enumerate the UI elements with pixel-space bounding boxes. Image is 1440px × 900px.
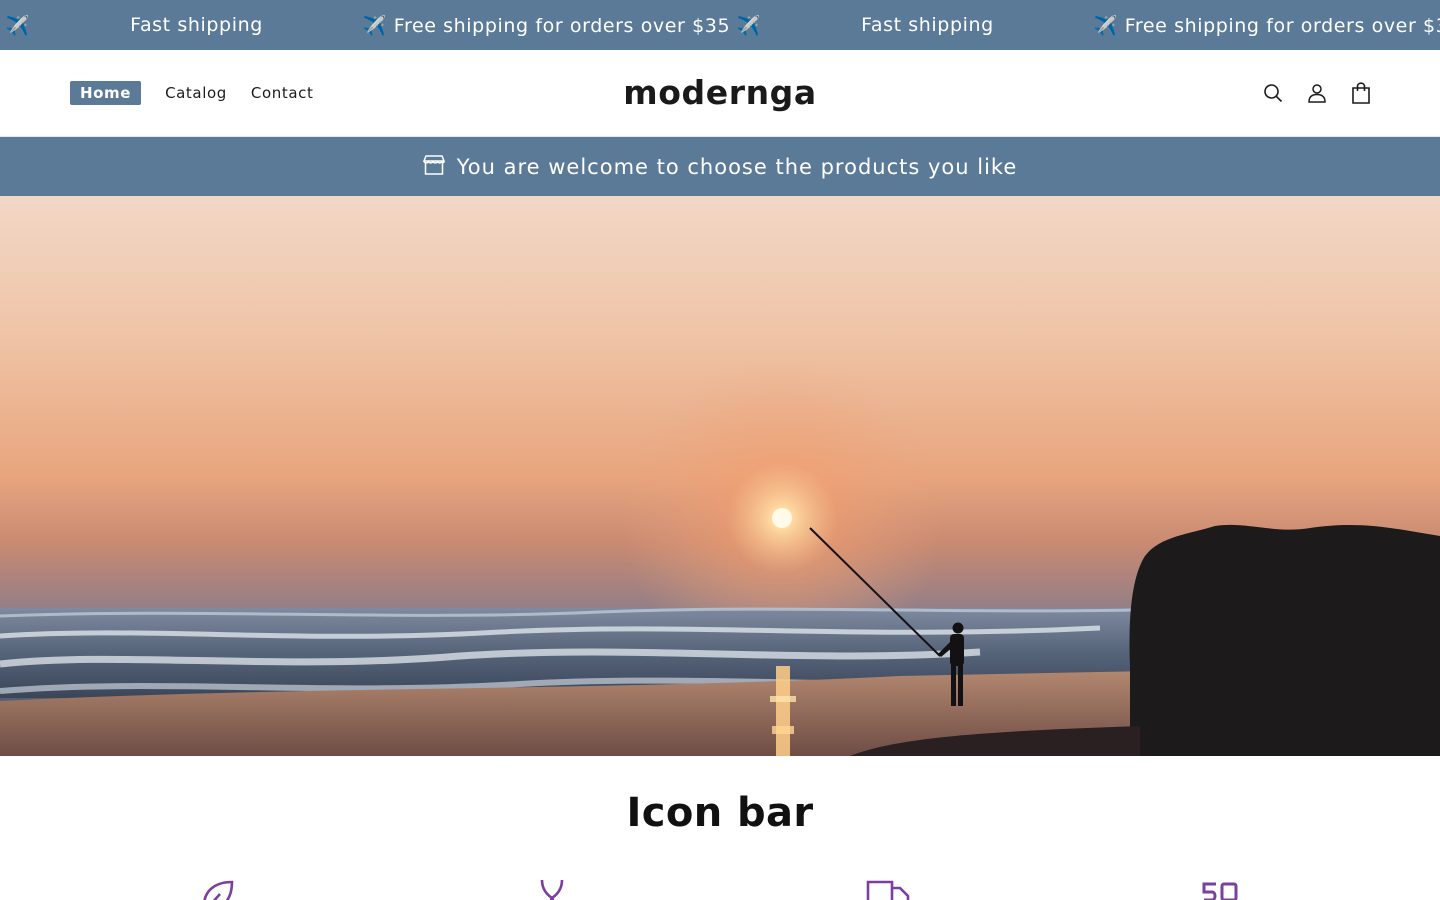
ticker-item: ✈️ Free shipping for orders over $35 ✈️ — [0, 14, 31, 37]
search-icon[interactable] — [1262, 81, 1284, 105]
ticker-item: Fast shipping — [130, 14, 263, 36]
icon-bar-title: Icon bar — [626, 790, 814, 836]
ticker-track: ✈️ Free shipping for orders over $35 ✈️ … — [0, 0, 1440, 50]
welcome-text: You are welcome to choose the products y… — [456, 154, 1018, 179]
hero-banner-image[interactable] — [0, 196, 1440, 756]
nav-catalog[interactable]: Catalog — [165, 84, 227, 102]
icon-bar — [0, 876, 1440, 900]
welcome-bar: You are welcome to choose the products y… — [0, 137, 1440, 196]
header-icons — [1262, 81, 1372, 105]
ticker-item: ✈️ Free shipping for orders over $35 ✈️ — [362, 14, 762, 37]
announcement-ticker: ✈️ Free shipping for orders over $35 ✈️ … — [0, 0, 1440, 50]
ticker-item: ✈️ Free shipping for orders over $35 ✈️ — [1093, 14, 1440, 37]
percent-icon — [1200, 876, 1240, 900]
store-icon — [422, 154, 445, 179]
main-nav: Home Catalog Contact — [70, 81, 313, 105]
cart-icon[interactable] — [1350, 81, 1372, 105]
truck-icon — [866, 876, 910, 900]
nav-home[interactable]: Home — [70, 81, 142, 105]
hero-scene — [0, 358, 1440, 756]
nav-contact[interactable]: Contact — [251, 84, 314, 102]
site-header: Home Catalog Contact modernga — [0, 50, 1440, 137]
ribbon-icon — [532, 876, 572, 900]
ticker-item: Fast shipping — [861, 14, 994, 36]
account-icon[interactable] — [1306, 81, 1328, 105]
leaf-icon — [198, 876, 238, 900]
